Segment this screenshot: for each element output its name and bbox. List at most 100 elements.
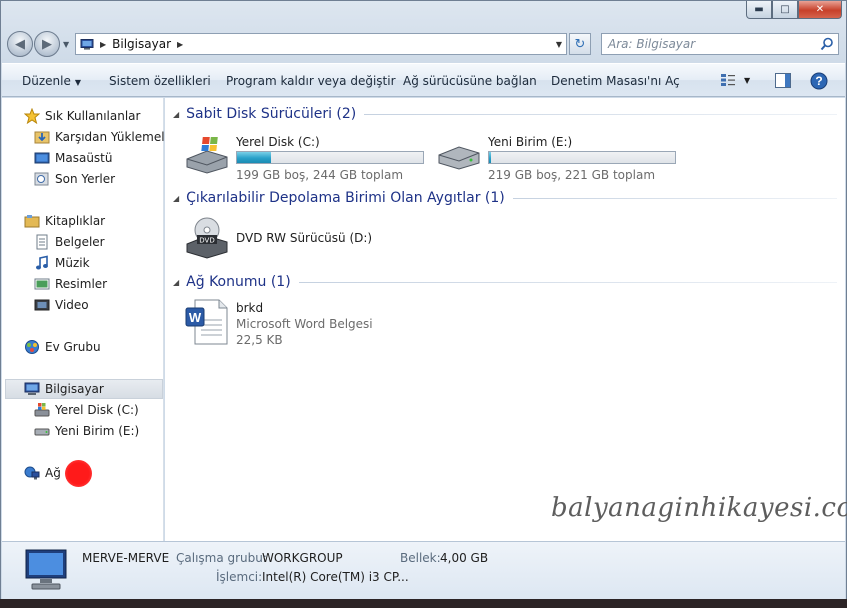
drive-free-space: 219 GB boş, 221 GB toplam — [488, 168, 656, 182]
windows-drive-icon — [186, 137, 228, 174]
desktop-background-strip — [0, 599, 847, 608]
dvd-badge: DVD — [199, 237, 214, 245]
view-options-icon — [721, 74, 735, 86]
sidebar-item-music[interactable]: Müzik — [34, 253, 90, 273]
drive-name: DVD RW Sürücüsü (D:) — [236, 231, 373, 245]
sidebar-item-drive-c[interactable]: Yerel Disk (C:) — [34, 400, 139, 420]
processor-value: Intel(R) Core(TM) i3 CP... — [262, 570, 409, 584]
sidebar-item-label: Ev Grubu — [45, 340, 101, 354]
sidebar-item-label: Ağ — [45, 466, 61, 480]
workgroup-value: WORKGROUP — [262, 551, 343, 565]
preview-pane-button[interactable] — [775, 73, 791, 91]
recent-pages-dropdown[interactable]: ▼ — [63, 40, 69, 49]
system-properties-button[interactable]: Sistem özellikleri — [109, 74, 211, 88]
sidebar-item-drive-e[interactable]: Yeni Birim (E:) — [34, 421, 139, 441]
sidebar-item-recent[interactable]: Son Yerler — [34, 169, 115, 189]
computer-icon — [25, 549, 67, 590]
group-divider — [298, 281, 837, 283]
file-type: Microsoft Word Belgesi — [236, 317, 373, 331]
group-header-hard-disks[interactable]: ◢ Sabit Disk Sürücüleri (2) — [173, 106, 837, 122]
back-button[interactable]: ◀ — [7, 31, 33, 57]
organize-label: Düzenle — [22, 74, 71, 88]
address-row: ◀ ▶ ▼ ▶ Bilgisayar ▶ ▼ ↻ Ara: Bilgisayar — [1, 28, 846, 60]
sidebar-item-documents[interactable]: Belgeler — [34, 232, 105, 252]
open-control-panel-button[interactable]: Denetim Masası'nı Aç — [551, 74, 680, 88]
search-icon[interactable] — [820, 37, 834, 51]
address-dropdown[interactable]: ▼ — [556, 40, 562, 49]
sidebar-item-label: Kitaplıklar — [45, 214, 106, 228]
sidebar-item-label: Belgeler — [55, 235, 105, 249]
group-header-label: Sabit Disk Sürücüleri (2) — [186, 106, 357, 122]
drive-free-space: 199 GB boş, 244 GB toplam — [236, 168, 404, 182]
address-bar[interactable]: ▶ Bilgisayar ▶ ▼ — [75, 33, 567, 55]
hard-drive-icon — [34, 428, 50, 436]
sidebar-item-label: Müzik — [55, 256, 90, 270]
organize-menu[interactable]: Düzenle ▼ — [22, 74, 81, 88]
windows-drive-icon — [34, 403, 50, 417]
help-button[interactable]: ? — [810, 72, 828, 93]
details-pane: MERVE-MERVE Çalışma grubu: WORKGROUP Bel… — [2, 541, 845, 599]
computer-icon — [80, 38, 94, 50]
drive-item-e[interactable]: Yeni Birim (E:) 219 GB boş, 221 GB topla… — [437, 135, 676, 182]
group-header-label: Ağ Konumu (1) — [186, 274, 291, 290]
window-controls: ▬ □ ✕ — [746, 1, 842, 19]
documents-icon — [36, 234, 48, 250]
refresh-icon: ↻ — [574, 36, 586, 52]
map-network-drive-button[interactable]: Ağ sürücüsüne bağlan — [403, 74, 537, 88]
hard-drive-icon — [438, 146, 480, 170]
downloads-folder-icon — [34, 131, 50, 144]
sidebar-item-desktop[interactable]: Masaüstü — [34, 148, 112, 168]
sidebar-item-label: Resimler — [55, 277, 108, 291]
desktop-icon — [34, 152, 50, 164]
navigation-pane: Sık Kullanılanlar Karşıdan Yüklemeler Ma… — [2, 98, 177, 541]
maximize-button[interactable]: □ — [772, 1, 798, 19]
breadcrumb-separator[interactable]: ▶ — [100, 40, 106, 49]
group-header-removable[interactable]: ◢ Çıkarılabilir Depolama Birimi Olan Ayg… — [173, 190, 837, 206]
drive-usage-bar — [488, 151, 676, 164]
svg-text:?: ? — [815, 74, 822, 88]
forward-button[interactable]: ▶ — [34, 31, 60, 57]
sidebar-item-downloads[interactable]: Karşıdan Yüklemeler — [34, 127, 177, 147]
group-divider — [512, 197, 837, 199]
sidebar-item-pictures[interactable]: Resimler — [34, 274, 107, 294]
pictures-icon — [34, 278, 50, 290]
dvd-drive-icon: DVD — [186, 217, 228, 259]
annotation-dot — [65, 460, 92, 487]
workgroup-label: Çalışma grubu: — [176, 551, 267, 565]
group-header-network-location[interactable]: ◢ Ağ Konumu (1) — [173, 274, 837, 290]
collapse-triangle-icon[interactable]: ◢ — [173, 194, 179, 203]
back-arrow-icon: ◀ — [15, 36, 25, 52]
sidebar-item-videos[interactable]: Video — [34, 295, 89, 315]
breadcrumb-separator[interactable]: ▶ — [177, 40, 183, 49]
sidebar-item-label: Yeni Birim (E:) — [55, 424, 140, 438]
processor-label: İşlemci: — [216, 570, 263, 584]
word-document-icon[interactable]: W — [185, 298, 229, 346]
collapse-triangle-icon[interactable]: ◢ — [173, 110, 179, 119]
chevron-down-icon: ▼ — [74, 78, 82, 87]
search-input[interactable]: Ara: Bilgisayar — [601, 33, 839, 55]
star-icon — [24, 108, 40, 124]
network-file-item[interactable]: brkd Microsoft Word Belgesi 22,5 KB — [236, 300, 373, 348]
dvd-drive-item[interactable]: DVD DVD RW Sürücüsü (D:) — [183, 216, 372, 260]
change-view-button[interactable]: ▼ — [720, 73, 750, 87]
file-size: 22,5 KB — [236, 333, 283, 347]
drive-item-c[interactable]: Yerel Disk (C:) 199 GB boş, 244 GB topla… — [183, 135, 424, 182]
breadcrumb-computer[interactable]: Bilgisayar — [112, 37, 171, 51]
close-button[interactable]: ✕ — [798, 1, 842, 19]
minimize-button[interactable]: ▬ — [746, 1, 772, 19]
sidebar-item-libraries[interactable]: Kitaplıklar — [24, 211, 105, 231]
sidebar-item-homegroup[interactable]: Ev Grubu — [24, 337, 101, 357]
drive-name: Yerel Disk (C:) — [236, 135, 320, 149]
sidebar-item-computer[interactable]: Bilgisayar — [5, 379, 163, 399]
refresh-button[interactable]: ↻ — [569, 33, 591, 55]
network-icon — [24, 466, 40, 480]
libraries-icon — [24, 215, 40, 228]
sidebar-item-network[interactable]: Ağ — [24, 463, 61, 483]
uninstall-program-button[interactable]: Program kaldır veya değiştir — [226, 74, 396, 88]
sidebar-item-favorites[interactable]: Sık Kullanılanlar — [24, 106, 140, 126]
help-icon: ? — [810, 72, 828, 90]
sidebar-item-label: Karşıdan Yüklemeler — [55, 130, 177, 144]
collapse-triangle-icon[interactable]: ◢ — [173, 278, 179, 287]
file-name: brkd — [236, 301, 264, 315]
sidebar-item-label: Masaüstü — [55, 151, 113, 165]
